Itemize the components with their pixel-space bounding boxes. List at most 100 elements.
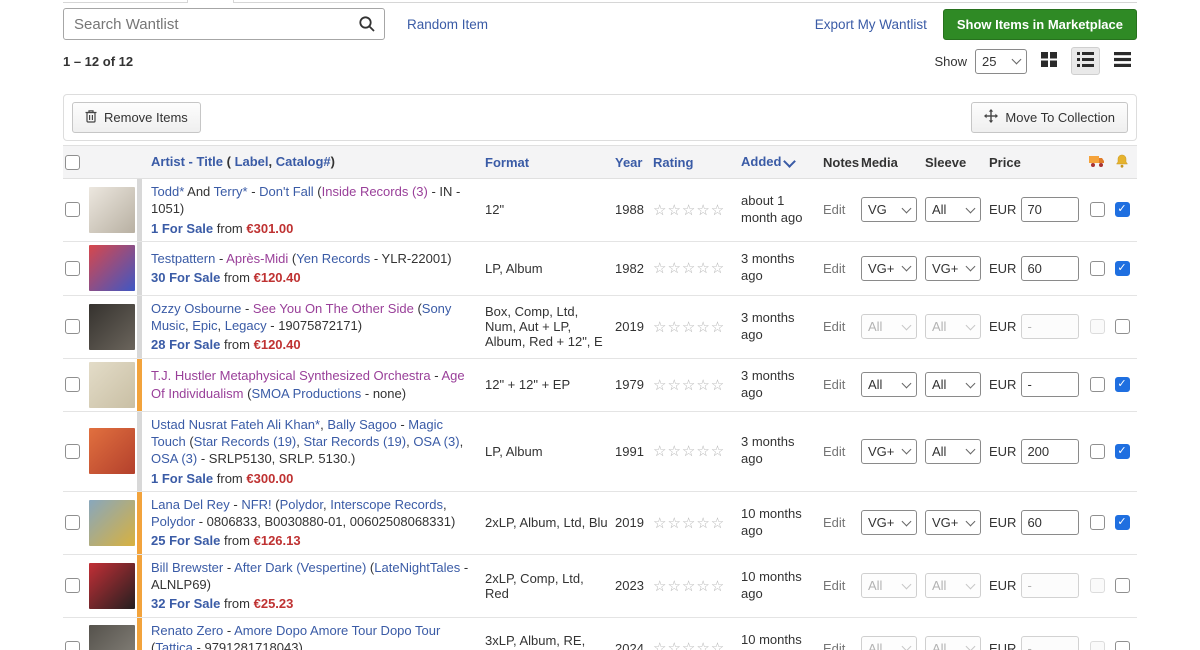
visited-release-link[interactable]: Après-Midi [226,251,288,266]
release-link[interactable]: LateNightTales [374,560,460,575]
select-all-checkbox[interactable] [65,155,80,170]
notify-checkbox[interactable] [1115,578,1130,593]
shipping-checkbox[interactable] [1090,261,1105,276]
rating-stars[interactable]: ☆☆☆☆☆ [653,259,725,277]
release-thumbnail[interactable] [89,563,135,609]
search-input[interactable] [63,8,385,40]
row-checkbox[interactable] [65,515,80,530]
shipping-checkbox[interactable] [1090,377,1105,392]
visited-release-link[interactable]: Inside Records (3) [322,184,428,199]
release-thumbnail[interactable] [89,362,135,408]
visited-release-link[interactable]: See You On The Other Side [253,301,414,316]
row-checkbox[interactable] [65,319,80,334]
grid-view-button[interactable] [1035,47,1063,75]
release-thumbnail[interactable] [89,625,135,650]
show-items-in-marketplace-button[interactable]: Show Items in Marketplace [943,9,1137,40]
release-link[interactable]: Testpattern [151,251,215,266]
release-link[interactable]: After Dark (Vespertine) [234,560,366,575]
rating-stars[interactable]: ☆☆☆☆☆ [653,201,725,219]
release-link[interactable]: Bally Sagoo [327,417,396,432]
release-link[interactable]: Interscope Records [330,497,443,512]
release-link[interactable]: SMOA Productions [251,386,361,401]
rating-stars[interactable]: ☆☆☆☆☆ [653,514,725,532]
search-icon[interactable] [358,15,376,36]
release-link[interactable]: Legacy [225,318,267,333]
release-link[interactable]: Amore Dopo Amore Tour Dopo Tour [234,623,440,638]
notify-checkbox[interactable] [1115,641,1130,650]
notify-checkbox[interactable] [1115,202,1130,217]
sort-added[interactable]: Added [741,154,794,169]
rating-stars[interactable]: ☆☆☆☆☆ [653,318,725,336]
release-link[interactable]: Polydor [280,497,323,512]
notify-checkbox[interactable] [1115,444,1130,459]
max-price-input[interactable] [1021,256,1079,281]
show-per-page-select[interactable]: 25 [975,49,1027,74]
media-condition-select[interactable]: VG+ [861,256,917,281]
release-link[interactable]: Polydor [151,514,195,529]
max-price-input[interactable] [1021,439,1079,464]
release-link[interactable]: Yen Records [296,251,370,266]
shipping-checkbox[interactable] [1090,202,1105,217]
release-link[interactable]: Ozzy Osbourne [151,301,241,316]
release-link[interactable]: Tattica [155,640,193,650]
rating-stars[interactable]: ☆☆☆☆☆ [653,376,725,394]
sleeve-condition-select[interactable]: All [925,372,981,397]
sleeve-condition-select[interactable]: VG+ [925,256,981,281]
row-checkbox[interactable] [65,578,80,593]
edit-notes-link[interactable]: Edit [823,202,845,217]
release-link[interactable]: Star Records (19) [194,434,297,449]
notify-checkbox[interactable] [1115,377,1130,392]
sort-rating[interactable]: Rating [653,155,693,170]
rating-stars[interactable]: ☆☆☆☆☆ [653,442,725,460]
remove-items-button[interactable]: Remove Items [72,102,201,133]
media-condition-select[interactable]: VG+ [861,439,917,464]
for-sale-link[interactable]: 32 For Sale [151,596,220,611]
sleeve-condition-select[interactable]: VG+ [925,510,981,535]
row-checkbox[interactable] [65,377,80,392]
row-checkbox[interactable] [65,261,80,276]
sleeve-condition-select[interactable]: All [925,197,981,222]
edit-notes-link[interactable]: Edit [823,515,845,530]
max-price-input[interactable] [1021,197,1079,222]
release-link[interactable]: OSA (3) [151,451,197,466]
release-link[interactable]: Star Records (19) [303,434,406,449]
edit-notes-link[interactable]: Edit [823,578,845,593]
release-link[interactable]: Renato Zero [151,623,223,638]
release-link[interactable]: Todd* [151,184,184,199]
random-item-link[interactable]: Random Item [407,17,488,32]
edit-notes-link[interactable]: Edit [823,444,845,459]
release-thumbnail[interactable] [89,187,135,233]
release-link[interactable]: NFR! [241,497,271,512]
release-link[interactable]: Bill Brewster [151,560,223,575]
media-condition-select[interactable]: VG+ [861,510,917,535]
list-view-button[interactable] [1071,47,1100,75]
sort-artist-title[interactable]: Artist - Title [151,154,223,169]
release-thumbnail[interactable] [89,304,135,350]
notify-checkbox[interactable] [1115,515,1130,530]
notify-checkbox[interactable] [1115,261,1130,276]
release-link[interactable]: Epic [192,318,217,333]
edit-notes-link[interactable]: Edit [823,377,845,392]
release-thumbnail[interactable] [89,428,135,474]
shipping-checkbox[interactable] [1090,515,1105,530]
for-sale-link[interactable]: 25 For Sale [151,533,220,548]
rating-stars[interactable]: ☆☆☆☆☆ [653,639,725,650]
release-thumbnail[interactable] [89,500,135,546]
move-to-collection-button[interactable]: Move To Collection [971,102,1128,133]
row-checkbox[interactable] [65,202,80,217]
visited-release-link[interactable]: T.J. Hustler Metaphysical Synthesized Or… [151,368,431,383]
edit-notes-link[interactable]: Edit [823,641,845,650]
max-price-input[interactable] [1021,372,1079,397]
for-sale-link[interactable]: 30 For Sale [151,270,220,285]
for-sale-link[interactable]: 1 For Sale [151,221,213,236]
sort-label[interactable]: Label [235,154,269,169]
sleeve-condition-select[interactable]: All [925,439,981,464]
export-wantlist-link[interactable]: Export My Wantlist [815,17,927,32]
release-link[interactable]: Don't Fall [259,184,314,199]
release-thumbnail[interactable] [89,245,135,291]
sort-year[interactable]: Year [615,155,642,170]
release-link[interactable]: Ustad Nusrat Fateh Ali Khan* [151,417,320,432]
media-condition-select[interactable]: VG [861,197,917,222]
notify-checkbox[interactable] [1115,319,1130,334]
media-condition-select[interactable]: All [861,372,917,397]
